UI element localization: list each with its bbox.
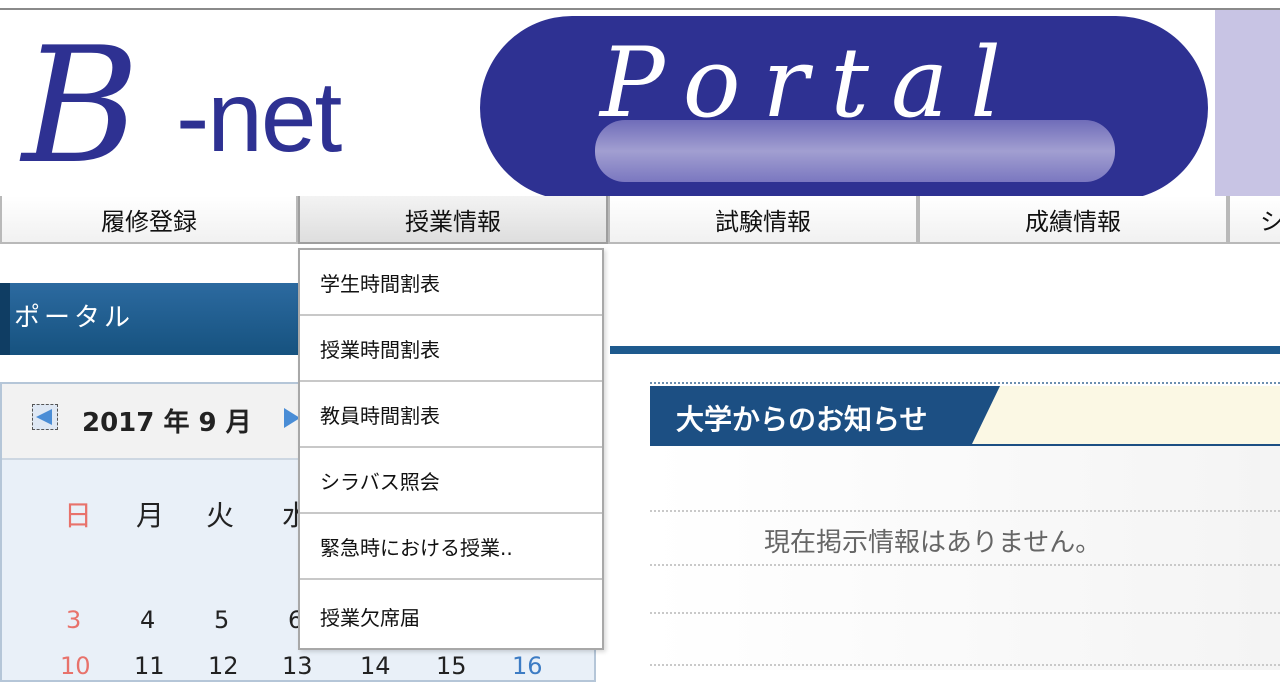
calendar-day[interactable]: 4 [140, 606, 155, 634]
calendar-year: 2017 [82, 408, 155, 438]
notice-header: 大学からのお知らせ [650, 382, 1280, 446]
menu-item-teacher-timetable[interactable]: 教員時間割表 [300, 382, 602, 448]
calendar-day[interactable]: 10 [60, 652, 91, 680]
weekday-tuesday: 火 [206, 499, 235, 532]
nav-tab-exam-info[interactable]: 試験情報 [608, 196, 918, 244]
calendar-prev-month-icon[interactable] [32, 404, 58, 430]
header-banner: B -net Portal [0, 10, 1280, 196]
calendar-month-label: 2017 年 9 月 [82, 402, 252, 439]
menu-item-absence-notice[interactable]: 授業欠席届 [300, 584, 602, 648]
calendar-year-unit: 年 [163, 408, 190, 438]
main-nav: 履修登録 授業情報 試験情報 成績情報 シ [0, 196, 1280, 248]
sidebar-title-accent [0, 283, 10, 355]
notice-empty-message: 現在掲示情報はありません。 [764, 528, 1102, 558]
content-divider [610, 346, 1280, 354]
menu-item-student-timetable[interactable]: 学生時間割表 [300, 250, 602, 316]
notice-row-divider [650, 510, 1280, 512]
notice-row-divider [650, 564, 1280, 566]
window-top-border [0, 0, 1280, 10]
calendar-day[interactable]: 3 [66, 606, 81, 634]
notice-row-divider [650, 664, 1280, 666]
sidebar-title-text: ポータル [14, 303, 135, 333]
logo-suffix: -net [176, 61, 342, 173]
sidebar-portal-title: ポータル [0, 283, 306, 355]
menu-item-syllabus[interactable]: シラバス照会 [300, 448, 602, 514]
menu-item-emergency-classes[interactable]: 緊急時における授業.. [300, 514, 602, 580]
calendar-day[interactable]: 5 [214, 606, 229, 634]
notice-title: 大学からのお知らせ [676, 403, 928, 436]
menu-item-class-timetable[interactable]: 授業時間割表 [300, 316, 602, 382]
calendar-day[interactable]: 14 [360, 652, 391, 680]
notice-dotted-border [650, 382, 1280, 384]
logo-letter: B [22, 12, 140, 196]
calendar-day[interactable]: 15 [436, 652, 467, 680]
weekday-monday: 月 [136, 499, 165, 532]
nav-tab-class-info[interactable]: 授業情報 [298, 196, 608, 244]
class-info-dropdown-menu: 学生時間割表 授業時間割表 教員時間割表 シラバス照会 緊急時における授業.. … [298, 248, 604, 650]
calendar-day[interactable]: 11 [134, 652, 165, 680]
calendar-day[interactable]: 13 [282, 652, 313, 680]
calendar-day[interactable]: 12 [208, 652, 239, 680]
weekday-sunday: 日 [64, 499, 93, 532]
nav-tab-registration[interactable]: 履修登録 [0, 196, 298, 244]
notice-row-divider [650, 612, 1280, 614]
nav-tab-more[interactable]: シ [1228, 196, 1280, 244]
calendar-month-unit: 月 [225, 408, 252, 438]
banner-lavender-strip [1215, 10, 1280, 196]
calendar-month: 9 [198, 408, 217, 438]
calendar-day[interactable]: 16 [512, 652, 543, 680]
portal-smudge-decoration [595, 120, 1115, 182]
nav-tab-grade-info[interactable]: 成績情報 [918, 196, 1228, 244]
